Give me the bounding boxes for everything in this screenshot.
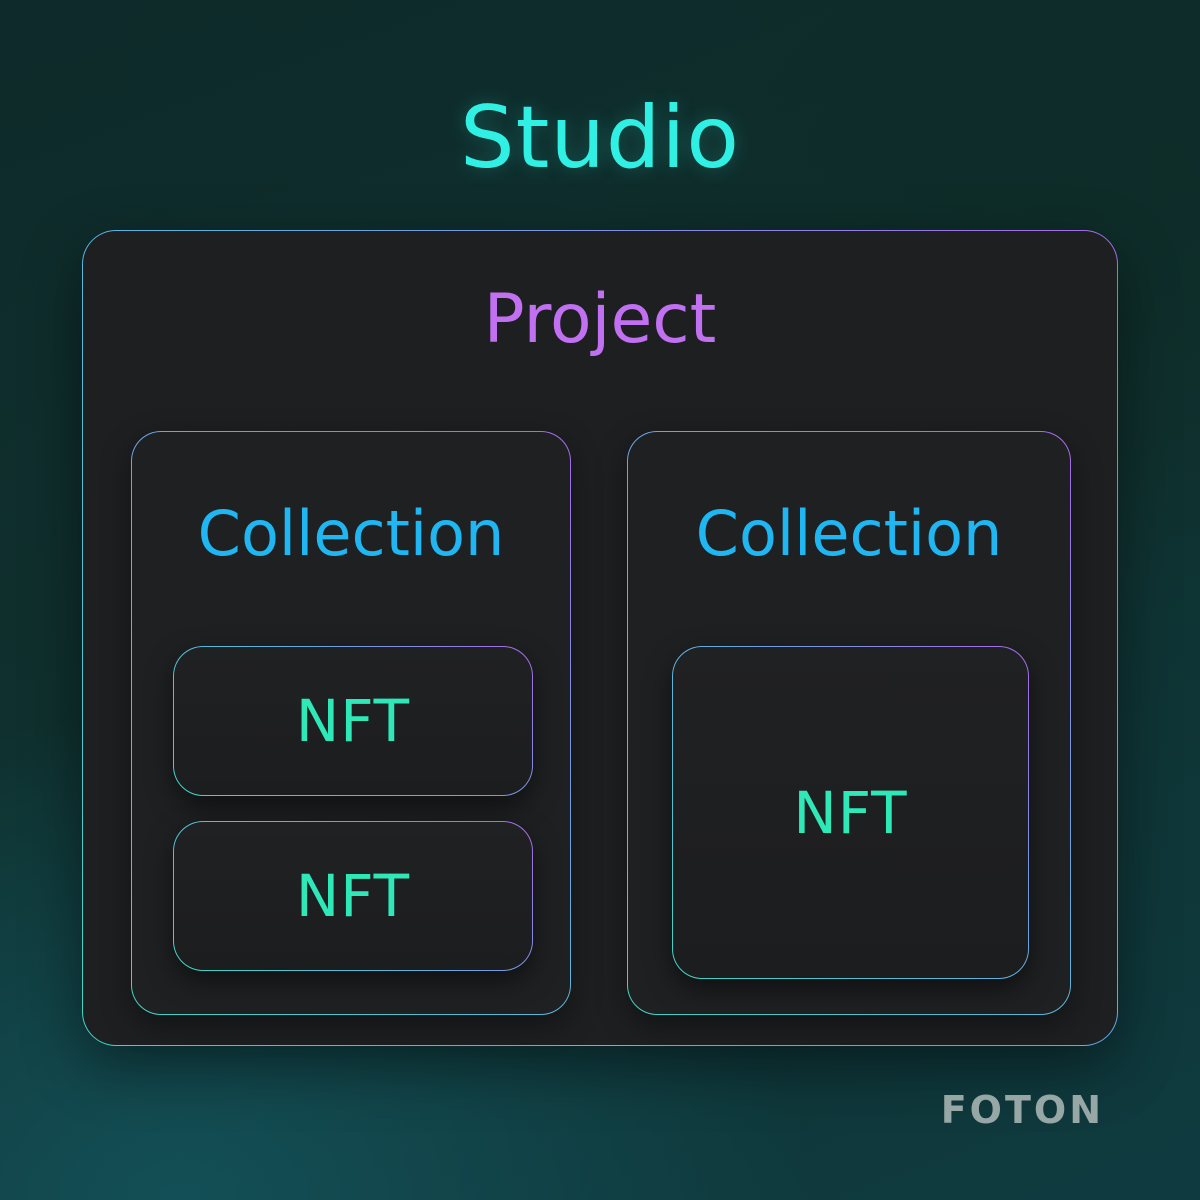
nft-label-1: NFT — [295, 687, 411, 755]
project-label: Project — [483, 280, 717, 359]
collection-label-left: Collection — [197, 497, 505, 570]
nft-label-2: NFT — [295, 862, 411, 930]
collection-label-right: Collection — [695, 497, 1003, 570]
brand-logo: FOTON — [940, 1088, 1104, 1132]
nft-box-2: NFT — [173, 821, 533, 971]
nft-box-3: NFT — [672, 646, 1029, 979]
studio-title: Studio — [460, 88, 740, 188]
nft-box-1: NFT — [173, 646, 533, 796]
nft-label-3: NFT — [793, 778, 908, 847]
